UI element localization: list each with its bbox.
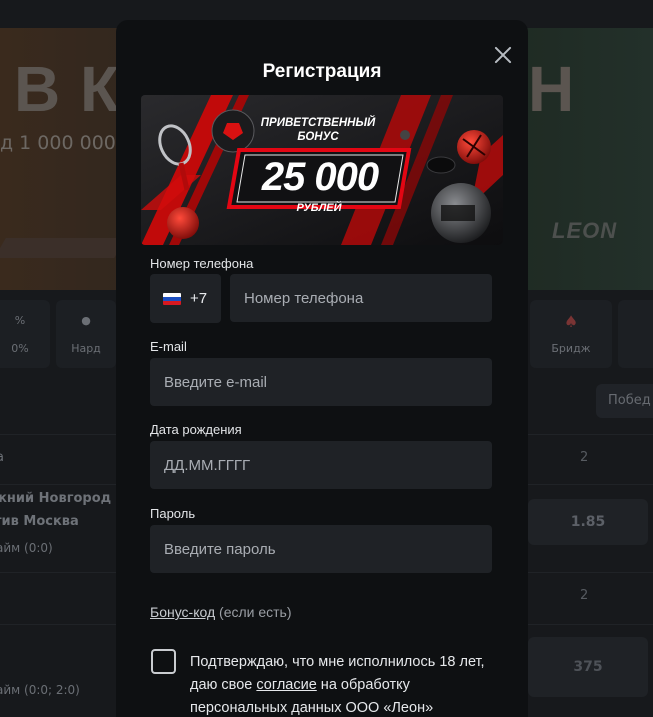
country-code: +7 bbox=[190, 290, 208, 307]
close-icon[interactable] bbox=[490, 42, 516, 68]
row-time: айм (0:0) bbox=[0, 541, 53, 555]
consent-link[interactable]: согласие bbox=[256, 677, 316, 693]
hero-logo: LEON bbox=[552, 218, 618, 243]
consent-text: Подтверждаю, что мне исполнилось 18 лет,… bbox=[190, 651, 510, 717]
birthdate-input[interactable]: ДД.ММ.ГГГГ bbox=[150, 441, 492, 489]
category-item[interactable]: ♠ Бридж bbox=[530, 300, 612, 368]
hero-subtitle: д 1 000 000 bbox=[0, 132, 116, 154]
email-input[interactable]: Введите e-mail bbox=[150, 358, 492, 406]
banner-headline-line2: БОНУС bbox=[297, 131, 339, 143]
password-label: Пароль bbox=[150, 506, 196, 521]
row-value: 2 bbox=[580, 588, 589, 603]
spade-icon: ♠ bbox=[563, 312, 579, 331]
email-label: E-mail bbox=[150, 339, 187, 354]
category-label: % bbox=[14, 314, 26, 327]
russia-flag-icon bbox=[163, 292, 181, 305]
category-item[interactable]: % 0% bbox=[0, 300, 50, 368]
registration-modal: Регистрация ПРИВЕТСТВЕННЫЙ БОНУС 25 000 … bbox=[116, 20, 528, 717]
row-team1: жний Новгород bbox=[0, 491, 112, 506]
bonus-code-link[interactable]: Бонус-код bbox=[150, 604, 215, 620]
modal-title: Регистрация bbox=[262, 61, 382, 82]
phone-label: Номер телефона bbox=[150, 256, 254, 271]
category-item[interactable] bbox=[618, 300, 653, 368]
bonus-code-row: Бонус-код (если есть) bbox=[150, 604, 292, 620]
hero-title-right: Н bbox=[528, 53, 575, 125]
password-input[interactable]: Введите пароль bbox=[150, 525, 492, 573]
category-sub: 0% bbox=[11, 342, 29, 355]
row-text: а bbox=[0, 450, 4, 465]
bonus-code-hint: (если есть) bbox=[219, 604, 292, 620]
odds-button[interactable]: 375 bbox=[528, 637, 648, 697]
nardy-icon: ● bbox=[81, 314, 91, 327]
odds-button[interactable]: 1.85 bbox=[528, 499, 648, 545]
row-team2: тив Москва bbox=[0, 514, 79, 529]
hero-stripe bbox=[0, 238, 126, 258]
banner-currency: РУБЛЕЙ bbox=[296, 202, 342, 214]
row-value: 2 bbox=[580, 450, 589, 465]
filter-pill[interactable]: Побед bbox=[596, 384, 653, 418]
phone-input[interactable]: Номер телефона bbox=[230, 274, 492, 322]
category-label: Бридж bbox=[551, 342, 591, 355]
category-label: Нард bbox=[71, 342, 101, 355]
banner-headline: ПРИВЕТСТВЕННЫЙ БОНУС bbox=[253, 116, 383, 144]
welcome-bonus-banner[interactable]: ПРИВЕТСТВЕННЫЙ БОНУС 25 000 РУБЛЕЙ bbox=[141, 95, 503, 245]
banner-amount: 25 000 bbox=[261, 155, 379, 199]
country-code-selector[interactable]: +7 bbox=[150, 274, 221, 323]
banner-headline-line1: ПРИВЕТСТВЕННЫЙ bbox=[260, 117, 376, 129]
birthdate-label: Дата рождения bbox=[150, 422, 242, 437]
row-time: айм (0:0; 2:0) bbox=[0, 683, 80, 697]
age-consent-checkbox[interactable] bbox=[151, 649, 176, 674]
category-item[interactable]: ● Нард bbox=[56, 300, 116, 368]
